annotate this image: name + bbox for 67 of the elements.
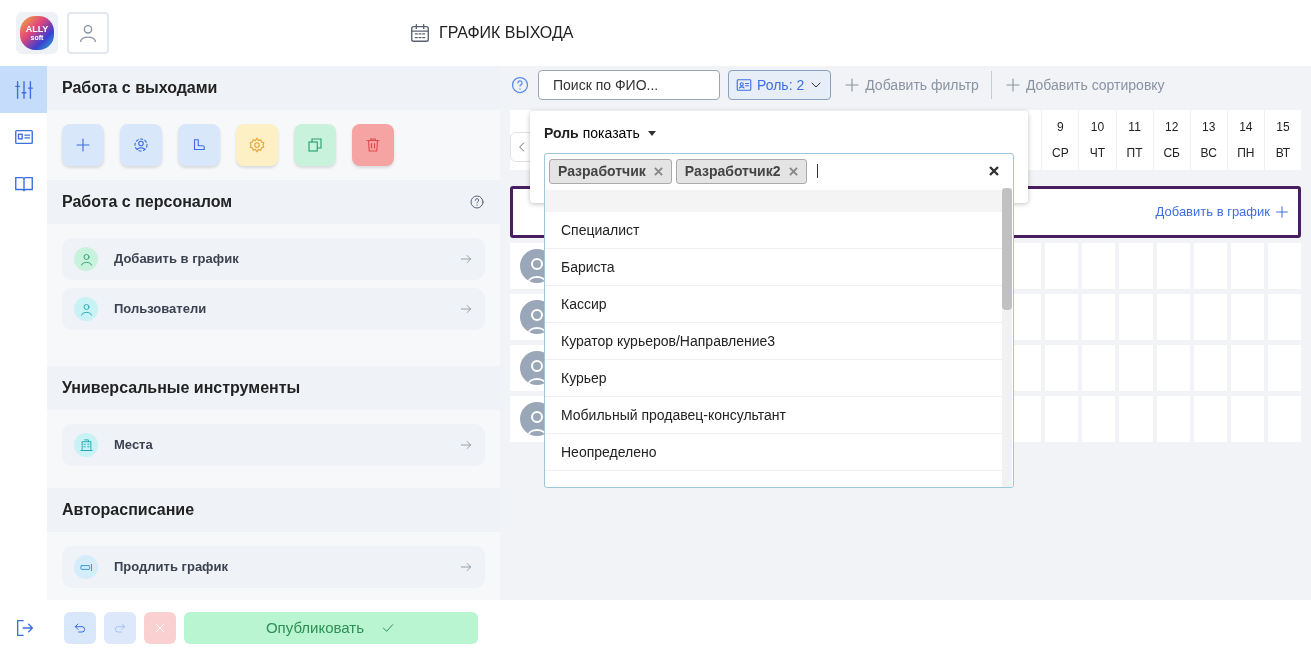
settings-icon <box>248 136 266 154</box>
delete-icon <box>364 136 382 154</box>
role-tag[interactable]: Разработчик <box>549 158 672 184</box>
weekday: СР <box>1051 145 1070 162</box>
boot-button[interactable] <box>178 124 220 166</box>
section-title: Работа с выходами <box>62 78 218 98</box>
remove-icon[interactable] <box>653 166 663 176</box>
role-filter-button[interactable]: Роль: 2 <box>728 70 832 100</box>
id-card-icon <box>735 76 753 94</box>
arrow-icon <box>459 302 473 316</box>
person-scan-icon <box>132 136 150 154</box>
weekday: ПТ <box>1125 145 1144 162</box>
copy-button[interactable] <box>294 124 336 166</box>
scrollbar[interactable] <box>1002 188 1012 487</box>
undo-button[interactable] <box>64 612 96 644</box>
empty-option[interactable] <box>545 190 1002 212</box>
menu-item[interactable]: Места <box>62 424 485 466</box>
weekday: ВС <box>1199 145 1218 162</box>
dropdown-option[interactable]: Специалист <box>545 212 1002 249</box>
day-number: 14 <box>1238 119 1254 136</box>
dropdown-option[interactable]: Курьер <box>545 360 1002 397</box>
plus-icon <box>1274 204 1290 220</box>
building-icon <box>78 437 94 453</box>
day-number: 12 <box>1164 119 1180 136</box>
role-tag[interactable]: Разработчик2 <box>675 158 807 184</box>
dropdown-option[interactable]: Кассир <box>545 286 1002 323</box>
weekday: ЧТ <box>1088 145 1107 162</box>
arrow-icon <box>459 560 473 574</box>
day-number: 15 <box>1275 119 1291 136</box>
person-icon <box>78 251 94 267</box>
day-number: 9 <box>1056 119 1065 136</box>
sliders-icon <box>12 78 35 101</box>
weekday: СБ <box>1162 145 1181 162</box>
menu-item[interactable]: Продлить график <box>62 546 485 588</box>
user-avatar[interactable] <box>67 12 109 54</box>
filter-mode-dropdown[interactable]: показать <box>582 123 656 144</box>
search-field[interactable]: Поиск по ФИО... <box>538 70 720 100</box>
day-number: 11 <box>1127 119 1142 136</box>
weekday: ВТ <box>1274 145 1292 162</box>
remove-icon[interactable] <box>788 166 798 176</box>
weekday: ПН <box>1236 145 1256 162</box>
dropdown-option[interactable]: Неопределено <box>545 434 1002 471</box>
copy-icon <box>306 136 324 154</box>
calendar-icon <box>409 22 431 44</box>
arrow-icon <box>459 252 473 266</box>
add-icon <box>74 136 92 154</box>
clear-icon[interactable] <box>989 166 999 176</box>
section-title: Работа с персоналом <box>62 192 233 212</box>
arrow-icon <box>459 438 473 452</box>
filter-field-label: Роль <box>544 124 579 143</box>
sliders-tab[interactable] <box>0 66 47 113</box>
page-title: ГРАФИК ВЫХОДА <box>439 23 574 43</box>
add-to-schedule-link[interactable]: Добавить в график <box>1155 202 1290 222</box>
section-title: Авторасписание <box>62 500 195 520</box>
help-icon <box>510 75 530 95</box>
dropdown-option[interactable]: Куратор курьеров/Направление3 <box>545 323 1002 360</box>
day-number: 13 <box>1201 119 1217 136</box>
person-scan-button[interactable] <box>120 124 162 166</box>
menu-item[interactable]: Пользователи <box>62 288 485 330</box>
menu-item[interactable]: Добавить в график <box>62 238 485 280</box>
day-number: 10 <box>1089 119 1106 136</box>
caret-icon <box>647 131 656 136</box>
delete-button[interactable] <box>352 124 394 166</box>
section-title: Универсальные инструменты <box>62 378 301 398</box>
person-icon <box>78 301 94 317</box>
settings-button[interactable] <box>236 124 278 166</box>
add-button[interactable] <box>62 124 104 166</box>
